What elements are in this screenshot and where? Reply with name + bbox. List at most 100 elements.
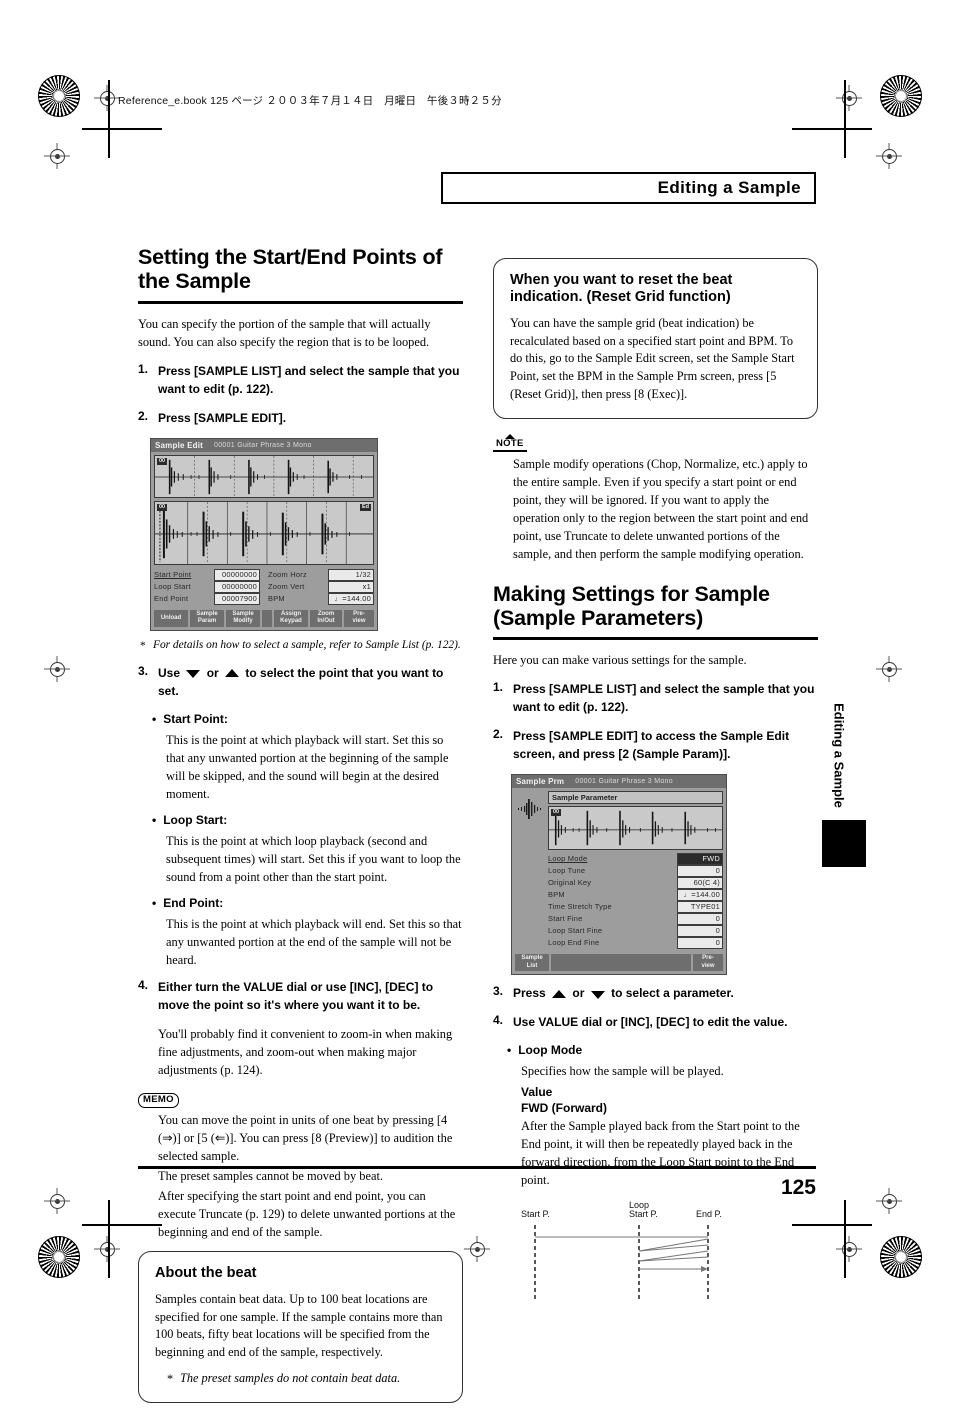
softkey-assign-keypad[interactable]: Assign Keypad (274, 609, 308, 627)
lcd-sample-info: 00001 Guitar Phrase 3 Mono (575, 778, 673, 786)
section2-intro: Here you can make various settings for t… (493, 653, 747, 668)
softkey-unload[interactable]: Unload (154, 609, 188, 627)
softkey-sample-modify[interactable]: Sample Modify (226, 609, 260, 627)
lcd-param-row-loop-tune[interactable]: Loop Tune 0 (548, 865, 723, 878)
step-item: 1. Press [SAMPLE LIST] and select the sa… (493, 680, 818, 716)
param-value-loop-end-fine[interactable]: 0 (677, 937, 723, 950)
lcd-param-col-left: Start Point 00000000 Loop Start 00000000… (154, 568, 260, 605)
lcd-param-row-loop-mode[interactable]: Loop Mode FWD (548, 853, 723, 866)
softkey-zoom-in-out[interactable]: Zoom In/Out (310, 609, 342, 627)
registration-mark-right-mid (876, 656, 902, 682)
lcd-param-row-loop-end-fine[interactable]: Loop End Fine 0 (548, 937, 723, 950)
note-underline (493, 450, 527, 452)
lcd-param-row[interactable]: BPM ♩=144.00 (268, 592, 374, 605)
param-value-start-point[interactable]: 00000000 (214, 568, 260, 581)
thumb-index-tab: Editing a Sample (822, 690, 866, 880)
lcd-param-row[interactable]: Loop Start 00000000 (154, 580, 260, 593)
cursor-up-icon (225, 669, 240, 678)
screen-footnote: For details on how to select a sample, r… (138, 638, 463, 655)
step-item-4: 4. Use VALUE dial or [INC], [DEC] to edi… (493, 1013, 818, 1031)
param-value-loop-mode[interactable]: FWD (677, 853, 723, 866)
lcd-param-row[interactable]: Zoom Horz 1/32 (268, 568, 374, 581)
page-number: 125 (780, 1176, 816, 1199)
step-item-3: 3. Press or to select a parameter. (493, 984, 818, 1002)
color-registration-target-bottom-left (38, 1236, 80, 1278)
prm-waveform: 00 (548, 806, 723, 851)
note-badge: NOTE (493, 433, 527, 452)
lcd-param-row-original-key[interactable]: Original Key 60(C 4) (548, 877, 723, 890)
param-value-loop-tune[interactable]: 0 (677, 865, 723, 878)
step-number: 4. (493, 1013, 504, 1028)
param-value-bpm[interactable]: ♩=144.00 (328, 592, 374, 605)
diagram-end-label: End P. (696, 1209, 722, 1219)
lcd-softkey-bar: Unload Sample Param Sample Modify Assign… (151, 609, 377, 630)
chapter-title-box: Editing a Sample (441, 172, 816, 204)
softkey-spacer (551, 954, 691, 972)
softkey-spacer (262, 609, 272, 627)
step-text: Press [SAMPLE LIST] and select the sampl… (158, 363, 460, 396)
cursor-down-icon (590, 990, 605, 999)
lcd-screen-name: Sample Prm (516, 777, 565, 787)
bullet-start-point: Start Point: (152, 711, 463, 728)
section-heading-sample-parameters: Making Settings for Sample (Sample Param… (493, 581, 770, 630)
param-value-zoom-horz[interactable]: 1/32 (328, 568, 374, 581)
lcd-param-row-bpm[interactable]: BPM ♩=144.00 (548, 889, 723, 902)
step-text: Use or to select the point that you want… (158, 664, 463, 700)
crop-line-top-v (108, 80, 110, 158)
softkey-sample-list[interactable]: Sample List (515, 954, 549, 972)
step-text: Press or to select a parameter. (513, 984, 818, 1002)
param-value-time-stretch-type[interactable]: TYPE01 (677, 901, 723, 914)
lcd-param-row[interactable]: Start Point 00000000 (154, 568, 260, 581)
registration-mark-top-left-2 (44, 143, 70, 169)
param-label-loop-end-fine: Loop End Fine (548, 938, 600, 948)
softkey-sample-param[interactable]: Sample Param (190, 609, 224, 627)
param-label-zoom-vert: Zoom Vert (268, 581, 305, 591)
param-label-original-key: Original Key (548, 878, 592, 888)
param-value-end-point[interactable]: 00007900 (214, 592, 260, 605)
param-value-bpm[interactable]: ♩=144.00 (677, 889, 723, 902)
step-item-3: 3. Use or to select the point that you w… (138, 664, 463, 700)
softkey-preview[interactable]: Pre- view (344, 609, 374, 627)
step-item: 2. Press [SAMPLE EDIT]. (138, 409, 463, 427)
softkey-line1: Sample (521, 955, 543, 962)
lcd-param-row-loop-start-fine[interactable]: Loop Start Fine 0 (548, 925, 723, 938)
param-label-bpm: BPM (548, 890, 565, 900)
step-number: 1. (493, 680, 504, 695)
cursor-down-icon (186, 670, 201, 679)
registration-mark-right-upper (876, 143, 902, 169)
color-registration-target (38, 75, 80, 117)
lcd-param-row[interactable]: End Point 00007900 (154, 592, 260, 605)
lcd-param-row-time-stretch[interactable]: Time Stretch Type TYPE01 (548, 901, 723, 914)
crop-line-top-right-v (844, 80, 846, 158)
lcd-title-bar: Sample Edit 00001 Guitar Phrase 3 Mono (151, 438, 377, 452)
heading-rule (138, 300, 463, 304)
param-label-loop-start-fine: Loop Start Fine (548, 926, 603, 936)
step-text: Press [SAMPLE EDIT]. (158, 410, 287, 425)
param-value-loop-start-fine[interactable]: 0 (677, 925, 723, 938)
param-label-loop-start: Loop Start (154, 581, 191, 591)
param-label-start-fine: Start Fine (548, 914, 583, 924)
about-the-beat-footnote: The preset samples do not contain beat d… (165, 1370, 446, 1389)
param-value-start-fine[interactable]: 0 (677, 913, 723, 926)
param-value-zoom-vert[interactable]: x1 (328, 580, 374, 593)
lcd-title-bar: Sample Prm 00001 Guitar Phrase 3 Mono (512, 775, 726, 789)
step-item: 2. Press [SAMPLE EDIT] to access the Sam… (493, 727, 818, 763)
bullet-start-point-text: This is the point at which playback will… (166, 732, 449, 801)
waveform-detail: 00 Ed (154, 500, 374, 565)
loop-mode-diagram: Start P. Loop Start P. End P. (511, 1199, 818, 1312)
lcd-param-row[interactable]: Zoom Vert x1 (268, 580, 374, 593)
softkey-line1: Sample (232, 610, 254, 617)
footer-rule (138, 1166, 816, 1170)
prm-waveform-tag: 00 (551, 809, 562, 817)
prm-waveform-svg (549, 811, 722, 846)
param-value-loop-start[interactable]: 00000000 (214, 580, 260, 593)
section-intro: You can specify the portion of the sampl… (138, 316, 431, 349)
softkey-preview[interactable]: Pre- view (693, 954, 723, 972)
param-value-original-key[interactable]: 60(C 4) (677, 877, 723, 890)
step-number: 2. (138, 408, 149, 423)
fwd-desc: After the Sample played back from the St… (521, 1119, 800, 1188)
memo-para-1: You can move the point in units of one b… (158, 1112, 453, 1163)
lcd-param-row-start-fine[interactable]: Start Fine 0 (548, 913, 723, 926)
softkey-line2: view (352, 618, 366, 625)
step-text: Either turn the VALUE dial or use [INC],… (158, 980, 434, 1013)
